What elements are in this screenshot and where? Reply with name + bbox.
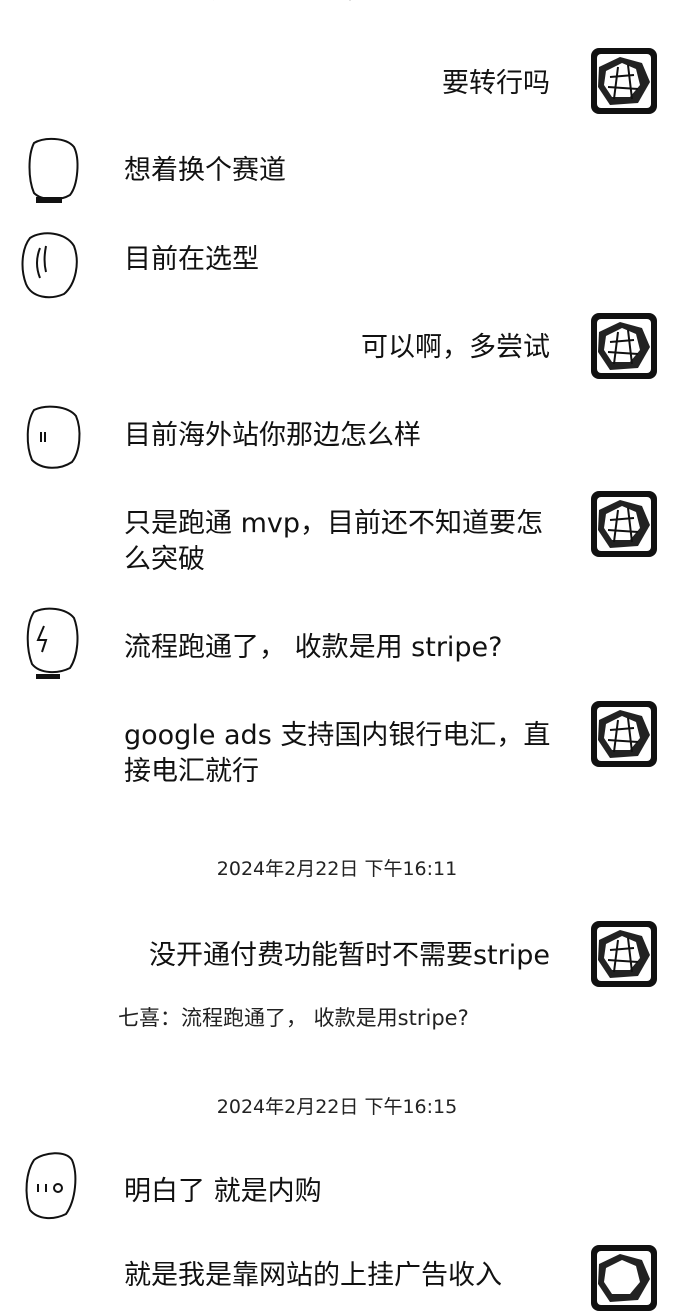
self-avatar-icon[interactable] (590, 312, 658, 380)
chat-message-left[interactable]: 目前在选型 (124, 242, 259, 278)
chat-message-left[interactable]: 明白了 就是内购 (124, 1174, 322, 1210)
contact-avatar-icon[interactable] (22, 1148, 80, 1224)
chat-message-right[interactable]: 要转行吗 (442, 66, 550, 102)
self-avatar-icon[interactable] (590, 490, 658, 558)
self-avatar-icon[interactable] (590, 700, 658, 768)
message-line: google ads 支持国内银行电汇，直 (124, 720, 551, 751)
self-avatar-icon[interactable] (590, 47, 658, 115)
timestamp: 2024年2月22日 下午16:11 (216, 858, 458, 880)
chat-message-right[interactable]: 只是跑通 mvp，目前还不知道要怎 么突破 (124, 506, 543, 578)
self-avatar-icon[interactable] (590, 920, 658, 988)
message-line: 只是跑通 mvp，目前还不知道要怎 (124, 508, 544, 539)
contact-avatar-icon[interactable] (24, 604, 82, 680)
contact-avatar-icon[interactable] (24, 402, 84, 472)
cutoff-message-top: 已经查点过了的东西 (130, 0, 373, 8)
chat-message-right[interactable]: 没开通付费功能暂时不需要stripe (149, 938, 550, 974)
contact-avatar-icon[interactable] (24, 135, 82, 205)
chat-message-left[interactable]: 流程跑通了， 收款是用 stripe? (124, 630, 503, 666)
message-line: 接电汇就行 (124, 756, 259, 787)
chat-message-left[interactable]: 目前海外站你那边怎么样 (124, 418, 421, 454)
contact-avatar-icon[interactable] (18, 228, 82, 304)
chat-message-right[interactable]: google ads 支持国内银行电汇，直 接电汇就行 (124, 718, 550, 790)
message-line: 么突破 (124, 544, 205, 575)
cutoff-message-bottom: 就是我是靠网站的上挂广告收入 (124, 1260, 502, 1291)
quoted-reply[interactable]: 七喜：流程跑通了， 收款是用stripe? (118, 1004, 469, 1032)
chat-message-right[interactable]: 可以啊，多尝试 (361, 330, 550, 366)
self-avatar-icon[interactable] (590, 1244, 658, 1312)
timestamp: 2024年2月22日 下午16:15 (216, 1096, 458, 1118)
chat-message-left[interactable]: 想着换个赛道 (124, 153, 286, 189)
